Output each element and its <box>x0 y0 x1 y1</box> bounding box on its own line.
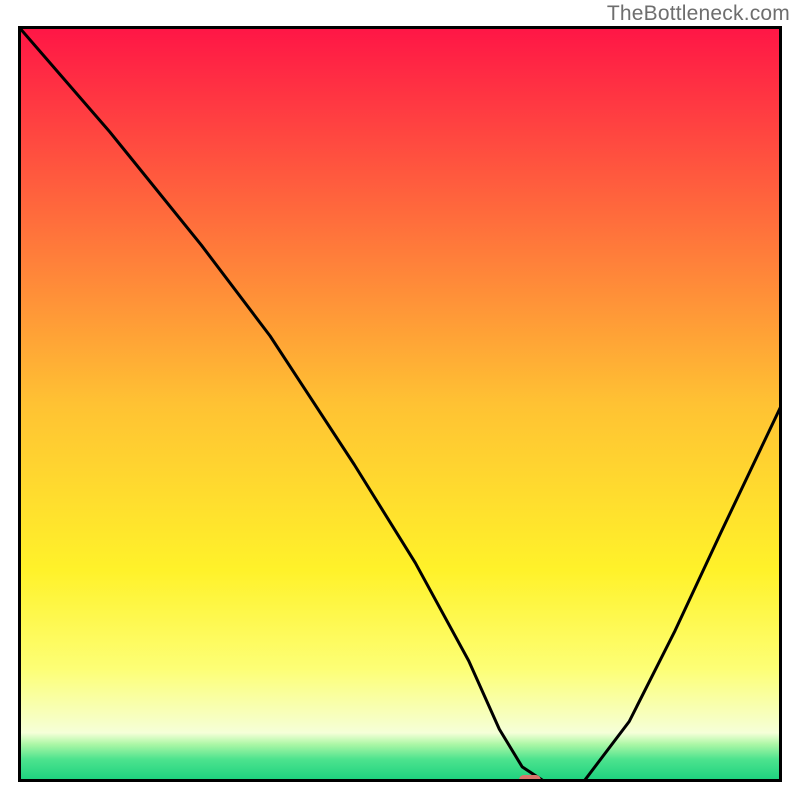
watermark-label: TheBottleneck.com <box>607 2 790 26</box>
chart-svg <box>18 26 782 782</box>
gradient-background <box>18 26 782 782</box>
chart-container: TheBottleneck.com <box>0 0 800 800</box>
plot-area <box>18 26 782 782</box>
